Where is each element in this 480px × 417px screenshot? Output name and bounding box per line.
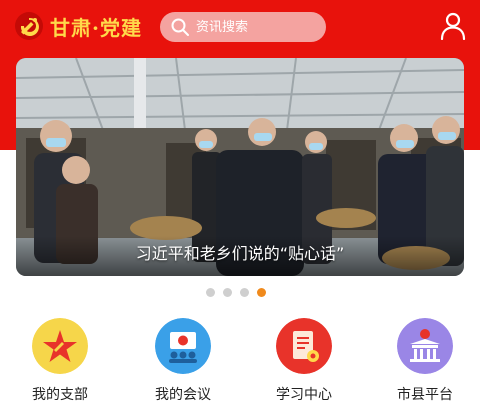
app-header: 甘肃·党建 xyxy=(0,0,480,54)
government-building-icon xyxy=(397,318,453,374)
nav-my-branch[interactable]: 我的支部 xyxy=(12,318,108,413)
news-banner-carousel[interactable]: 习近平和老乡们说的“贴心话” xyxy=(16,58,464,276)
carousel-dot[interactable] xyxy=(223,288,232,297)
nav-label: 学习中心 xyxy=(276,387,332,403)
nav-label: 我的会议 xyxy=(155,387,211,403)
meeting-icon xyxy=(155,318,211,374)
search-bar[interactable] xyxy=(160,12,326,42)
user-profile-icon[interactable] xyxy=(440,12,466,40)
banner-caption[interactable]: 习近平和老乡们说的“贴心话” xyxy=(16,240,464,264)
app-logo: 甘肃·党建 xyxy=(14,10,142,42)
carousel-dot[interactable] xyxy=(240,288,249,297)
nav-my-meetings[interactable]: 我的会议 xyxy=(135,318,231,413)
carousel-indicators xyxy=(206,288,274,298)
search-input[interactable] xyxy=(196,15,316,39)
nav-study-center[interactable]: 学习中心 xyxy=(256,318,352,413)
carousel-dot-active[interactable] xyxy=(257,288,266,297)
carousel-dot[interactable] xyxy=(206,288,215,297)
search-icon xyxy=(171,18,189,36)
nav-city-county-platform[interactable]: 市县平台 xyxy=(377,318,473,413)
logo-text: 甘肃·党建 xyxy=(50,15,142,40)
party-emblem-icon xyxy=(15,12,43,40)
party-star-icon xyxy=(32,318,88,374)
nav-label: 我的支部 xyxy=(32,387,88,403)
quick-nav: 我的支部 我的会议 学习中心 市县平台 xyxy=(0,318,480,413)
study-book-icon xyxy=(276,318,332,374)
nav-label: 市县平台 xyxy=(397,387,453,403)
